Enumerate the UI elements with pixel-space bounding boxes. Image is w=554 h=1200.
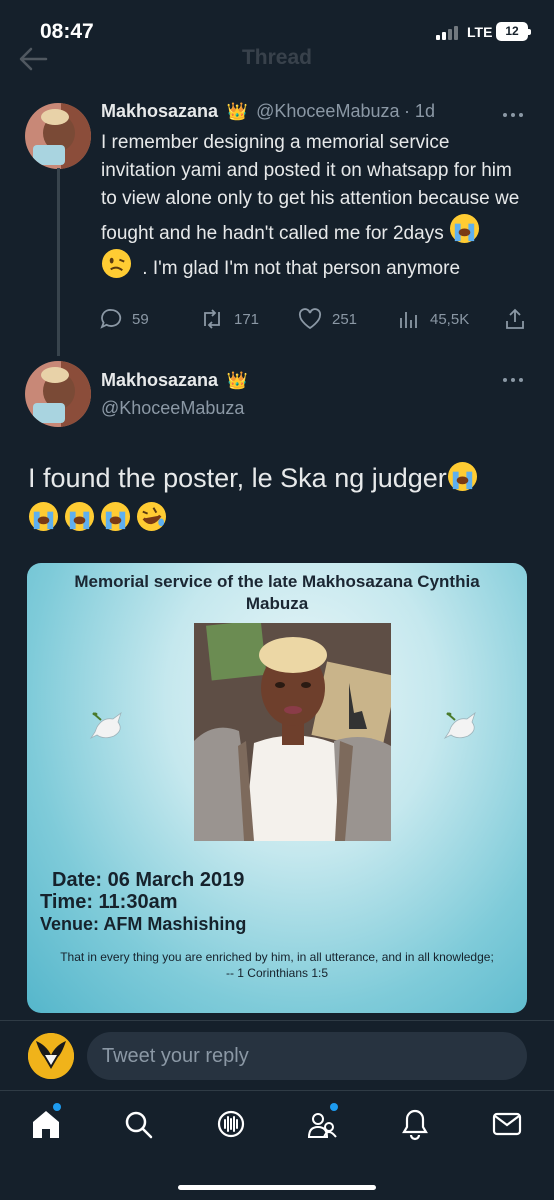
user-avatar[interactable] [28,1033,74,1079]
more-options-icon[interactable] [503,378,527,384]
reply-icon [100,309,122,329]
loudly-crying-emoji [447,461,477,492]
like-count: 251 [332,310,358,328]
crown-emoji: 👑 [226,102,248,121]
dove-icon [443,711,476,740]
author-name[interactable]: Makhosazana [101,370,218,390]
rolling-laughing-emoji [136,501,167,532]
loudly-crying-emoji [28,501,59,532]
more-options-icon[interactable] [503,113,527,119]
loudly-crying-emoji [100,501,131,532]
loudly-crying-emoji [449,213,480,244]
search-icon[interactable] [121,1107,155,1141]
event-venue: Venue: AFM Mashishing [40,914,247,934]
post-text: I found the poster, le Ska ng judger [28,458,538,538]
views-action[interactable]: 45,5K [398,304,469,334]
home-indicator[interactable] [178,1185,376,1190]
author-handle[interactable]: @KhoceeMabuza [101,398,244,419]
scripture-verse: That in every thing you are enriched by … [47,949,507,981]
signal-icon [436,26,462,40]
post-text: I remember designing a memorial service … [101,129,521,283]
avatar[interactable] [25,103,91,169]
author-name[interactable]: Makhosazana [101,101,218,121]
retweet-count: 171 [234,310,260,328]
post-text-body: I found the poster, le Ska ng judger [28,463,447,493]
poster-title: Memorial service of the late Makhosazana… [74,572,480,613]
attached-image[interactable]: Memorial service of the late Makhosazana… [27,563,527,1013]
page-title: Thread [241,46,312,69]
thread-header: Thread [0,40,554,80]
post-header: Makhosazana 👑 @KhoceeMabuza · 1d [101,101,435,122]
reply-composer: Tweet your reply [0,1020,554,1090]
loudly-crying-emoji [64,501,95,532]
event-date: Date: 06 March 2019 [52,869,245,891]
retweet-icon [204,309,220,329]
messages-icon[interactable] [490,1107,524,1141]
views-icon [400,312,417,328]
notification-dot [53,1103,61,1111]
share-action[interactable] [504,304,536,334]
bottom-tab-bar [0,1090,554,1200]
reply-count: 59 [132,310,149,328]
spaces-icon[interactable] [214,1107,248,1141]
network-type: LTE [467,24,493,40]
dove-icon [89,711,122,740]
heart-icon [298,308,322,330]
notification-dot [330,1103,338,1111]
home-icon[interactable] [29,1103,63,1141]
reply-action[interactable]: 59 [100,304,149,334]
views-count: 45,5K [430,310,470,328]
communities-icon[interactable] [306,1103,340,1141]
battery-icon: 12 [496,22,531,41]
portrait-photo [194,623,391,841]
event-time: Time: 11:30am [40,891,178,913]
post-header: Makhosazana 👑 [101,370,248,391]
avatar[interactable] [25,361,91,427]
like-action[interactable]: 251 [298,304,357,334]
notifications-icon[interactable] [398,1107,432,1141]
reply-input[interactable]: Tweet your reply [87,1032,527,1080]
crown-emoji: 👑 [226,371,248,390]
retweet-action[interactable]: 171 [200,304,259,334]
verse-reference: -- 1 Corinthians 1:5 [225,966,329,980]
author-handle[interactable]: @KhoceeMabuza [256,101,399,121]
share-icon [506,308,524,329]
thread-connector [57,168,60,356]
post-text-tail: . I'm glad I'm not that person anymore [142,258,461,279]
verse-text: That in every thing you are enriched by … [60,950,494,964]
post-actions: 59 171 251 45,5K [100,304,530,334]
post-time: · 1d [403,101,435,121]
woozy-face-emoji [101,248,132,279]
